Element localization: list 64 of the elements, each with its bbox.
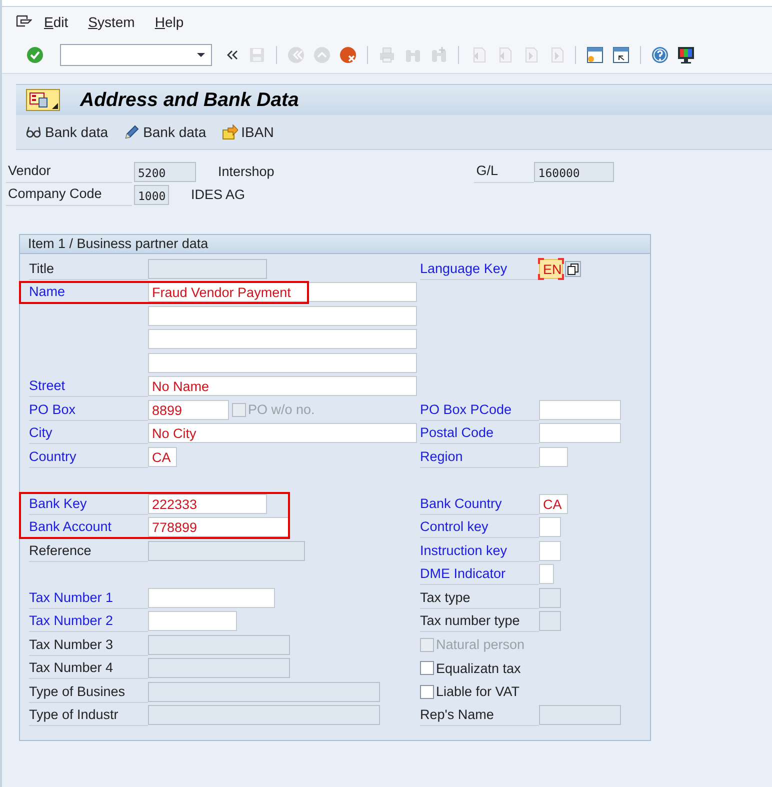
input-field[interactable]	[148, 306, 417, 326]
field-description: Intershop	[218, 164, 274, 179]
input-field[interactable]	[148, 258, 267, 279]
input-field[interactable]: 5200	[134, 162, 196, 182]
input-field[interactable]	[539, 588, 561, 608]
pencil-icon[interactable]	[124, 124, 140, 140]
screen-title: Address and Bank Data	[80, 88, 299, 112]
menu-item[interactable]: System	[88, 14, 135, 30]
field-label: Language Key	[420, 258, 539, 280]
field-label: Vendor	[6, 160, 132, 183]
checkbox[interactable]: Equalizatn tax	[420, 660, 521, 676]
shortcut-icon[interactable]	[612, 46, 630, 64]
input-field[interactable]: Fraud Vendor Payment	[148, 282, 417, 302]
input-field[interactable]	[148, 329, 417, 350]
field-label: Company Code	[6, 183, 132, 206]
input-field[interactable]	[539, 540, 561, 561]
input-field[interactable]: No Name	[148, 376, 417, 396]
menu-item[interactable]: Edit	[44, 14, 68, 30]
input-field[interactable]: 778899	[148, 517, 290, 538]
input-field[interactable]	[148, 634, 290, 655]
screen-menu-icon[interactable]	[29, 92, 49, 108]
menu-button[interactable]	[26, 89, 60, 111]
input-field[interactable]: 160000	[534, 162, 614, 182]
arrow-into-box-icon[interactable]	[222, 124, 238, 140]
input-field[interactable]	[539, 564, 554, 584]
input-field[interactable]	[148, 682, 380, 702]
glasses-icon[interactable]	[26, 125, 42, 139]
multiple-selection-icon[interactable]	[565, 260, 581, 277]
help-icon[interactable]	[651, 46, 669, 64]
check-icon[interactable]	[26, 46, 44, 64]
input-field[interactable]	[539, 705, 621, 726]
caret-icon[interactable]	[52, 103, 58, 109]
dropdown-icon[interactable]	[196, 52, 206, 58]
input-field[interactable]	[539, 446, 568, 467]
toolbar-button[interactable]: Bank data	[124, 124, 206, 140]
cancel-icon[interactable]	[339, 46, 357, 64]
monitor-icon[interactable]	[677, 46, 695, 64]
input-field[interactable]	[148, 352, 417, 373]
input-field[interactable]	[148, 658, 290, 678]
input-field[interactable]	[148, 540, 305, 561]
new-window-icon[interactable]	[586, 46, 604, 64]
input-field[interactable]	[148, 705, 380, 726]
input-field[interactable]	[539, 517, 561, 538]
input-field[interactable]	[148, 588, 275, 608]
panel-title: Item 1 / Business partner data	[28, 236, 208, 251]
input-field[interactable]: 222333	[148, 494, 267, 514]
input-field[interactable]	[539, 611, 561, 632]
menu-item[interactable]: Help	[154, 14, 184, 30]
command-field[interactable]	[60, 44, 212, 66]
input-field[interactable]: EN	[539, 258, 563, 279]
input-field[interactable]: CA	[148, 446, 177, 467]
input-field[interactable]: CA	[539, 494, 568, 514]
input-field[interactable]: No City	[148, 423, 417, 444]
input-field[interactable]	[539, 400, 621, 420]
checkbox[interactable]: Liable for VAT	[420, 684, 520, 700]
chevrons-icon[interactable]	[226, 50, 238, 60]
input-field[interactable]	[539, 423, 621, 444]
input-field[interactable]: 1000	[134, 184, 169, 204]
input-field[interactable]: 8899	[148, 400, 229, 420]
menu-icon[interactable]	[16, 15, 32, 29]
toolbar-button[interactable]: Bank data	[26, 124, 108, 140]
input-field[interactable]	[148, 611, 237, 632]
field-description: IDES AG	[191, 187, 246, 202]
toolbar-button[interactable]: IBAN	[222, 124, 274, 140]
